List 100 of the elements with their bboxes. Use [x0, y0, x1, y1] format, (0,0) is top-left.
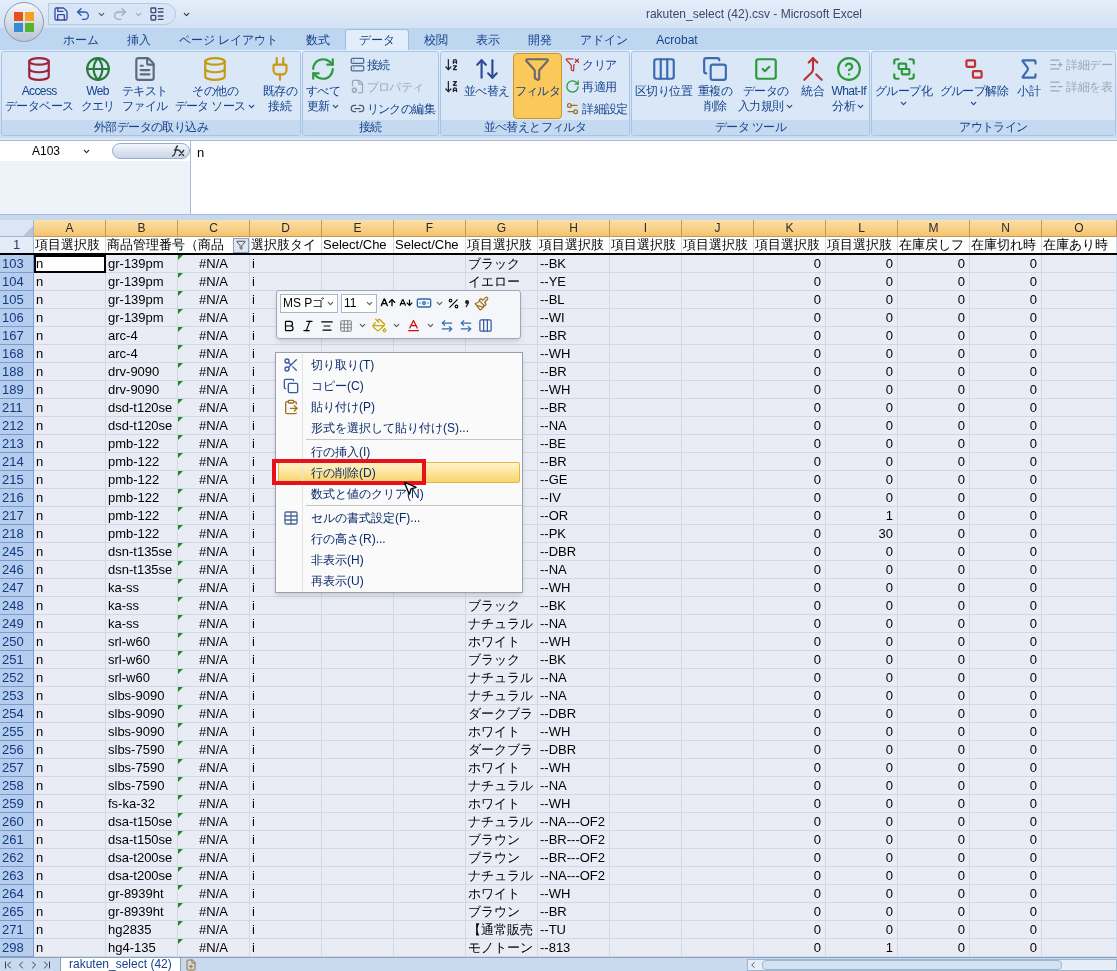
column-header[interactable]: H: [538, 220, 610, 237]
horizontal-scrollbar[interactable]: [746, 958, 1117, 971]
row-header[interactable]: 106: [0, 309, 34, 327]
font-name-field[interactable]: MS Pゴ: [280, 293, 338, 313]
filter-button[interactable]: [233, 237, 249, 253]
font-color-icon[interactable]: [406, 318, 421, 334]
column-header[interactable]: I: [610, 220, 682, 237]
decrease-decimal-icon[interactable]: [459, 318, 473, 333]
row-header[interactable]: 212: [0, 417, 34, 435]
row-header[interactable]: 261: [0, 831, 34, 849]
ribbon-button[interactable]: What-If 分析: [829, 53, 868, 119]
comma-style-icon[interactable]: [463, 297, 471, 310]
ribbon-tab[interactable]: Acrobat: [643, 29, 711, 50]
ribbon-tab[interactable]: 挿入: [114, 29, 164, 50]
row-header[interactable]: 259: [0, 795, 34, 813]
row-header[interactable]: 260: [0, 813, 34, 831]
merge-center-icon[interactable]: [478, 318, 493, 334]
row-header[interactable]: 167: [0, 327, 34, 345]
ribbon-button[interactable]: 重複の 削除: [695, 53, 735, 119]
align-center-icon[interactable]: [320, 318, 334, 333]
ribbon-button[interactable]: 統合: [797, 53, 828, 119]
column-header[interactable]: D: [250, 220, 322, 237]
first-sheet-icon[interactable]: [2, 958, 14, 971]
row-header[interactable]: 216: [0, 489, 34, 507]
column-header[interactable]: J: [682, 220, 754, 237]
borders-icon[interactable]: [339, 318, 353, 333]
row-header[interactable]: 105: [0, 291, 34, 309]
row-header[interactable]: 247: [0, 579, 34, 597]
last-sheet-icon[interactable]: [41, 958, 53, 971]
format-painter-icon[interactable]: [474, 295, 489, 311]
column-header[interactable]: G: [466, 220, 538, 237]
row-header[interactable]: 271: [0, 921, 34, 939]
undo-icon[interactable]: [75, 6, 91, 22]
ribbon-button[interactable]: 詳細設定: [563, 98, 630, 119]
row-header[interactable]: 258: [0, 777, 34, 795]
row-header[interactable]: 188: [0, 363, 34, 381]
ribbon-button[interactable]: 並べ替え: [462, 53, 512, 119]
formula-input[interactable]: n: [191, 141, 1117, 214]
row-header[interactable]: 189: [0, 381, 34, 399]
row-header[interactable]: 211: [0, 399, 34, 417]
row-header[interactable]: 255: [0, 723, 34, 741]
insert-sheet-icon[interactable]: [184, 958, 197, 971]
function-icon[interactable]: [171, 145, 185, 157]
save-icon[interactable]: [53, 6, 69, 22]
row-header[interactable]: 103: [0, 255, 34, 273]
row-header[interactable]: 217: [0, 507, 34, 525]
column-header[interactable]: C: [178, 220, 250, 237]
row-header[interactable]: 1: [0, 237, 34, 253]
increase-decimal-icon[interactable]: [440, 318, 454, 333]
column-header[interactable]: N: [970, 220, 1042, 237]
ribbon-button[interactable]: 接続: [347, 54, 437, 75]
ribbon-tab[interactable]: 表示: [463, 29, 514, 50]
row-header[interactable]: 257: [0, 759, 34, 777]
column-header[interactable]: B: [106, 220, 178, 237]
row-header[interactable]: 214: [0, 453, 34, 471]
ribbon-tab[interactable]: ホーム: [50, 29, 112, 50]
row-header[interactable]: 246: [0, 561, 34, 579]
ribbon-button[interactable]: グループ解除: [937, 53, 1011, 119]
ribbon-button[interactable]: 再適用: [563, 76, 630, 97]
ribbon-tab[interactable]: ページ レイアウト: [166, 29, 292, 50]
row-header[interactable]: 264: [0, 885, 34, 903]
row-header[interactable]: 249: [0, 615, 34, 633]
ribbon-button[interactable]: クリア: [563, 54, 630, 75]
column-header[interactable]: K: [754, 220, 826, 237]
row-header[interactable]: 213: [0, 435, 34, 453]
ribbon-button[interactable]: Web クエリ: [78, 53, 117, 119]
fill-color-icon[interactable]: [372, 318, 387, 334]
ribbon-tab[interactable]: 数式: [293, 29, 344, 50]
row-header[interactable]: 218: [0, 525, 34, 543]
row-header[interactable]: 253: [0, 687, 34, 705]
ribbon-button[interactable]: Access データベース: [3, 53, 76, 119]
ribbon-button[interactable]: 小計: [1013, 53, 1044, 119]
column-header[interactable]: A: [34, 220, 106, 237]
ribbon-button[interactable]: フィルタ: [512, 53, 563, 119]
row-header[interactable]: 104: [0, 273, 34, 291]
column-header[interactable]: E: [322, 220, 394, 237]
row-header[interactable]: 248: [0, 597, 34, 615]
ribbon-button[interactable]: すべて 更新: [304, 53, 343, 119]
row-header[interactable]: 215: [0, 471, 34, 489]
row-header[interactable]: 254: [0, 705, 34, 723]
row-header[interactable]: 250: [0, 633, 34, 651]
column-header[interactable]: O: [1042, 220, 1117, 237]
row-header[interactable]: 252: [0, 669, 34, 687]
row-header[interactable]: 265: [0, 903, 34, 921]
sheet-tab[interactable]: rakuten_select (42): [60, 957, 181, 971]
font-size-field[interactable]: 11: [341, 293, 377, 313]
form-icon[interactable]: [149, 6, 165, 22]
italic-icon[interactable]: [301, 318, 315, 333]
bold-icon[interactable]: [282, 318, 296, 333]
row-header[interactable]: 251: [0, 651, 34, 669]
ribbon-button[interactable]: リンクの編集: [347, 98, 437, 119]
ribbon-button[interactable]: データの 入力規則: [736, 53, 796, 119]
column-header[interactable]: M: [898, 220, 970, 237]
column-header[interactable]: F: [394, 220, 466, 237]
row-header[interactable]: 168: [0, 345, 34, 363]
row-header[interactable]: 245: [0, 543, 34, 561]
ribbon-button[interactable]: テキスト ファイル: [119, 53, 170, 119]
row-header[interactable]: 262: [0, 849, 34, 867]
column-header[interactable]: L: [826, 220, 898, 237]
ribbon-tab[interactable]: 校閲: [411, 29, 462, 50]
